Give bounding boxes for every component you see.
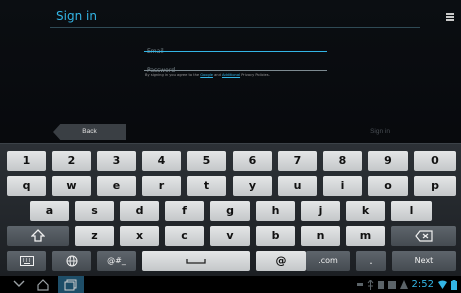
home-icon[interactable] bbox=[36, 278, 50, 291]
battery-icon bbox=[451, 279, 457, 290]
key-1[interactable]: 1 bbox=[7, 151, 46, 171]
key-9[interactable]: 9 bbox=[368, 151, 408, 171]
overflow-menu-icon[interactable] bbox=[446, 13, 456, 23]
usb-icon bbox=[367, 279, 373, 290]
space-bar-icon bbox=[186, 259, 206, 264]
alert-icon bbox=[399, 280, 408, 289]
key-5[interactable]: 5 bbox=[187, 151, 226, 171]
recent-apps-icon[interactable] bbox=[64, 278, 78, 291]
password-underline bbox=[144, 70, 327, 71]
key-w[interactable]: w bbox=[52, 176, 91, 196]
key-n[interactable]: n bbox=[301, 226, 340, 246]
key-v[interactable]: v bbox=[210, 226, 250, 246]
page-title: Sign in bbox=[56, 9, 97, 23]
backspace-key[interactable] bbox=[391, 226, 456, 246]
key-e[interactable]: e bbox=[97, 176, 136, 196]
title-divider bbox=[50, 27, 420, 28]
key-f[interactable]: f bbox=[165, 201, 204, 221]
key-6[interactable]: 6 bbox=[233, 151, 272, 171]
system-bar: 2:52 bbox=[0, 276, 461, 293]
key-b[interactable]: b bbox=[256, 226, 295, 246]
wifi-icon bbox=[438, 280, 447, 289]
soft-keyboard: 1 2 3 4 5 6 7 8 9 0 q w e r t y u i o p … bbox=[0, 143, 461, 276]
additional-privacy-link[interactable]: Additional bbox=[222, 73, 240, 77]
key-8[interactable]: 8 bbox=[323, 151, 362, 171]
key-i[interactable]: i bbox=[323, 176, 362, 196]
key-l[interactable]: l bbox=[391, 201, 432, 221]
key-0[interactable]: 0 bbox=[414, 151, 456, 171]
keyboard-icon bbox=[19, 256, 34, 266]
shift-key[interactable] bbox=[7, 226, 69, 246]
space-key[interactable] bbox=[142, 251, 250, 271]
key-k[interactable]: k bbox=[346, 201, 385, 221]
globe-icon bbox=[66, 255, 77, 267]
sign-in-button[interactable]: Sign in bbox=[350, 124, 410, 140]
back-nav-icon[interactable] bbox=[12, 278, 26, 291]
key-s[interactable]: s bbox=[75, 201, 114, 221]
backspace-icon bbox=[414, 230, 433, 242]
key-3[interactable]: 3 bbox=[97, 151, 136, 171]
symbols-key[interactable]: @#_ bbox=[97, 251, 136, 271]
next-key[interactable]: Next bbox=[392, 251, 456, 271]
key-u[interactable]: u bbox=[278, 176, 317, 196]
clock: 2:52 bbox=[411, 279, 434, 290]
key-7[interactable]: 7 bbox=[278, 151, 317, 171]
shift-icon bbox=[30, 229, 46, 242]
key-h[interactable]: h bbox=[256, 201, 295, 221]
google-privacy-link[interactable]: Google bbox=[200, 73, 213, 77]
image-icon bbox=[387, 280, 396, 289]
key-a[interactable]: a bbox=[30, 201, 69, 221]
terms-mid: and bbox=[212, 73, 222, 77]
terms-suffix: Privacy Policies. bbox=[240, 73, 270, 77]
key-j[interactable]: j bbox=[301, 201, 340, 221]
terms-text: By signing in you agree to the Google an… bbox=[145, 73, 270, 77]
email-underline bbox=[144, 51, 327, 52]
key-x[interactable]: x bbox=[120, 226, 159, 246]
key-q[interactable]: q bbox=[7, 176, 46, 196]
language-key[interactable] bbox=[52, 251, 91, 271]
status-area[interactable]: 2:52 bbox=[356, 278, 457, 291]
key-y[interactable]: y bbox=[233, 176, 272, 196]
key-g[interactable]: g bbox=[210, 201, 250, 221]
key-o[interactable]: o bbox=[368, 176, 408, 196]
key-r[interactable]: r bbox=[142, 176, 181, 196]
key-t[interactable]: t bbox=[187, 176, 226, 196]
form-navigation-bar: Back Sign in bbox=[0, 121, 461, 141]
key-m[interactable]: m bbox=[346, 226, 385, 246]
key-p[interactable]: p bbox=[414, 176, 456, 196]
key-4[interactable]: 4 bbox=[142, 151, 181, 171]
key-d[interactable]: d bbox=[120, 201, 159, 221]
sign-in-screen: Sign in By signing in you agree to the G… bbox=[0, 0, 461, 293]
notification-dash-icon bbox=[356, 283, 363, 286]
dotcom-key[interactable]: .com bbox=[306, 251, 350, 271]
key-c[interactable]: c bbox=[165, 226, 204, 246]
terms-prefix: By signing in you agree to the bbox=[145, 73, 201, 77]
back-button[interactable]: Back bbox=[53, 124, 126, 140]
password-field[interactable] bbox=[144, 57, 327, 77]
sd-card-icon bbox=[377, 280, 384, 289]
keyboard-settings-key[interactable] bbox=[7, 251, 46, 271]
action-bar: Sign in bbox=[0, 0, 461, 30]
at-key[interactable]: @ bbox=[256, 251, 306, 271]
key-2[interactable]: 2 bbox=[52, 151, 91, 171]
period-key[interactable]: . bbox=[356, 251, 386, 271]
email-field[interactable] bbox=[144, 38, 327, 58]
key-z[interactable]: z bbox=[75, 226, 114, 246]
